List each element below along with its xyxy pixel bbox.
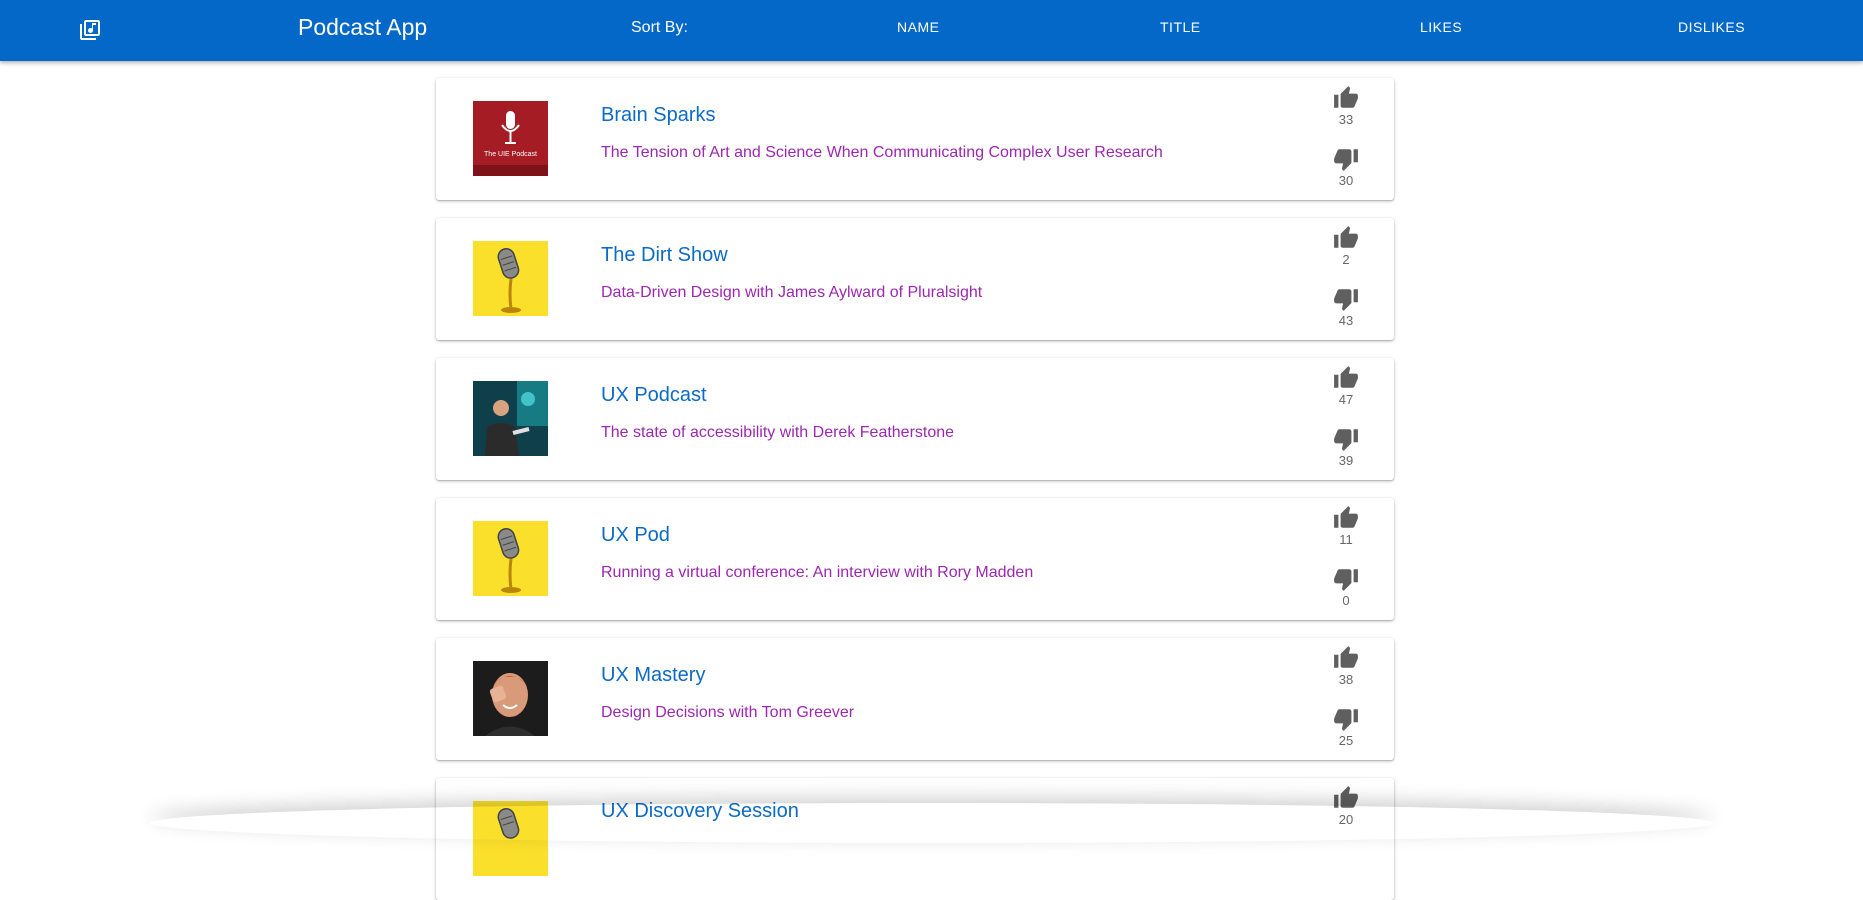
episode-title: Running a virtual conference: An intervi… <box>601 564 1034 581</box>
dislikes: 43 <box>1326 286 1366 328</box>
episode-title: Design Decisions with Tom Greever <box>601 704 855 721</box>
likes-count: 38 <box>1338 672 1354 687</box>
episode-title: The Tension of Art and Science When Comm… <box>601 144 1163 161</box>
podcast-card: UX Pod Running a virtual conference: An … <box>436 498 1394 620</box>
sort-by-title-button[interactable]: TITLE <box>1160 19 1201 35</box>
thumb-up-icon[interactable] <box>1333 365 1359 391</box>
svg-text:The UIE Podcast: The UIE Podcast <box>484 151 537 158</box>
podcast-card: The UIE Podcast Brain Sparks The Tension… <box>436 78 1394 200</box>
dislikes-count: 39 <box>1338 453 1354 468</box>
likes: 33 <box>1326 85 1366 127</box>
podcast-name[interactable]: UX Mastery <box>601 664 705 687</box>
dislikes: 39 <box>1326 426 1366 468</box>
podcast-thumbnail <box>473 241 548 316</box>
podcast-card: The Dirt Show Data-Driven Design with Ja… <box>436 218 1394 340</box>
thumb-down-icon[interactable] <box>1333 146 1359 172</box>
dislikes-count: 0 <box>1342 593 1350 608</box>
likes-count: 47 <box>1338 392 1354 407</box>
dislikes: 0 <box>1326 566 1366 608</box>
thumb-down-icon[interactable] <box>1333 426 1359 452</box>
app-bar: Podcast App Sort By: NAME TITLE LIKES DI… <box>0 0 1863 61</box>
podcast-name[interactable]: Brain Sparks <box>601 104 716 127</box>
podcast-card: UX Podcast The state of accessibility wi… <box>436 358 1394 480</box>
likes-count: 11 <box>1339 532 1353 547</box>
podcast-name[interactable]: UX Pod <box>601 524 670 547</box>
dislikes: 25 <box>1326 706 1366 748</box>
likes: 2 <box>1326 225 1366 267</box>
likes-count: 2 <box>1342 252 1350 267</box>
podcast-name[interactable]: UX Podcast <box>601 384 707 407</box>
bottom-shadow <box>150 803 1713 843</box>
podcast-thumbnail <box>473 521 548 596</box>
thumb-up-icon[interactable] <box>1333 505 1359 531</box>
app-title: Podcast App <box>298 14 428 40</box>
podcast-thumbnail <box>473 381 548 456</box>
dislikes-count: 43 <box>1338 313 1354 328</box>
library-music-icon[interactable] <box>78 18 102 42</box>
thumb-down-icon[interactable] <box>1333 286 1359 312</box>
dislikes: 30 <box>1326 146 1366 188</box>
episode-title: The state of accessibility with Derek Fe… <box>601 424 955 441</box>
thumb-up-icon[interactable] <box>1333 225 1359 251</box>
likes: 47 <box>1326 365 1366 407</box>
episode-title: Data-Driven Design with James Aylward of… <box>601 284 983 301</box>
thumb-down-icon[interactable] <box>1333 566 1359 592</box>
podcast-card: UX Mastery Design Decisions with Tom Gre… <box>436 638 1394 760</box>
dislikes-count: 30 <box>1338 173 1354 188</box>
podcast-thumbnail: The UIE Podcast <box>473 101 548 176</box>
podcast-name[interactable]: The Dirt Show <box>601 244 728 267</box>
sort-by-name-button[interactable]: NAME <box>897 19 939 35</box>
thumb-up-icon[interactable] <box>1333 645 1359 671</box>
sort-by-likes-button[interactable]: LIKES <box>1420 19 1462 35</box>
thumb-down-icon[interactable] <box>1333 706 1359 732</box>
thumb-up-icon[interactable] <box>1333 85 1359 111</box>
likes: 38 <box>1326 645 1366 687</box>
dislikes-count: 25 <box>1338 733 1354 748</box>
likes-count: 33 <box>1338 112 1354 127</box>
sort-by-label: Sort By: <box>631 19 688 36</box>
likes: 11 <box>1326 505 1366 547</box>
sort-by-dislikes-button[interactable]: DISLIKES <box>1678 19 1745 35</box>
podcast-thumbnail <box>473 661 548 736</box>
